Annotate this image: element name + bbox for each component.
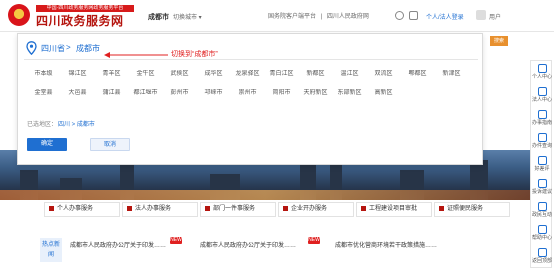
district-option[interactable]: 锦江区 <box>61 70 94 79</box>
avatar[interactable] <box>476 10 486 20</box>
search-icon <box>537 133 547 142</box>
sidebar-item-query[interactable]: 办件查询 <box>531 130 553 155</box>
sidebar-item-rating[interactable]: 好差评 <box>531 153 553 178</box>
sidebar-item-personal[interactable]: 个人中心 <box>531 61 553 86</box>
district-option[interactable]: 郫都区 <box>401 70 434 79</box>
service-icon[interactable] <box>395 11 404 20</box>
location-path: 四川省 > 成都市 切换到“成都市” <box>18 39 482 60</box>
district-option[interactable]: 龙泉驿区 <box>231 70 264 79</box>
sidebar-item-legal[interactable]: 法人中心 <box>531 84 553 109</box>
book-icon <box>537 110 547 119</box>
location-pin-icon <box>26 41 37 55</box>
login-link[interactable]: 个人/法人登录 <box>426 12 464 21</box>
username[interactable]: 用户 <box>489 12 501 21</box>
selected-value: 四川 > 成都市 <box>58 122 95 128</box>
annotation-arrow-icon <box>104 52 168 58</box>
site-title[interactable]: 四川政务服务网 <box>36 12 124 29</box>
right-sidebar: 个人中心 法人中心 办事指南 办件查询 好差评 投诉建议 政民互动 帮助中心 返… <box>530 60 552 268</box>
district-option[interactable]: 崇州市 <box>231 89 264 98</box>
district-grid: 市本级 锦江区 青羊区 金牛区 武侯区 成华区 龙泉驿区 青白江区 新都区 温江区 双流区 郫都区 新津… <box>27 70 477 98</box>
service-square-icon <box>283 206 288 211</box>
district-option[interactable]: 东部新区 <box>333 89 366 98</box>
district-option[interactable]: 天府新区 <box>299 89 332 98</box>
path-province[interactable]: 四川省 <box>41 43 65 54</box>
district-option[interactable]: 金牛区 <box>129 70 162 79</box>
message-icon <box>537 179 547 188</box>
path-separator: > <box>66 43 71 52</box>
help-icon <box>537 225 547 234</box>
city-select-panel: 四川省 > 成都市 切换到“成都市” 市本级 锦江区 青羊区 金牛区 武侯区 成华区 龙泉驿… <box>17 33 483 165</box>
divider <box>24 59 478 60</box>
switch-city-label: 切换城市 <box>173 15 198 21</box>
district-option[interactable]: 双流区 <box>367 70 400 79</box>
district-option[interactable]: 青白江区 <box>265 70 298 79</box>
news-item[interactable]: 成都市优化营商环境若干政策措施…… <box>335 240 525 249</box>
annotation-text: 切换到“成都市” <box>171 51 218 58</box>
district-option[interactable]: 蒲江县 <box>95 89 128 98</box>
user-icon <box>537 64 547 73</box>
national-emblem-icon <box>8 4 30 26</box>
district-option[interactable]: 成华区 <box>197 70 230 79</box>
cancel-button[interactable]: 取消 <box>90 138 130 151</box>
top-link-state-council[interactable]: 国务院客户端平台 <box>268 14 316 20</box>
top-links: 国务院客户端平台 | 四川人民政府网 <box>268 14 369 20</box>
confirm-button[interactable]: 确定 <box>27 138 67 151</box>
district-option[interactable]: 彭州市 <box>163 89 196 98</box>
current-city: 成都市 <box>148 14 169 21</box>
sidebar-item-guide[interactable]: 办事指南 <box>531 107 553 132</box>
news-item[interactable]: 成都市人民政府办公厅关于印发…… <box>70 240 180 249</box>
service-tabs: 个人办事服务 法人办事服务 部门一件事服务 企业开办服务 工程建设项目审批 证照… <box>44 202 510 217</box>
site-header: 中国·四川政务服务网政务服务平台 四川政务服务网 成都市 切换城市 ▾ 国务院客… <box>0 0 554 32</box>
news-row: 热点新闻 成都市人民政府办公厅关于印发…… NEW 成都市人民政府办公厅关于印发… <box>0 230 530 268</box>
path-city[interactable]: 成都市 <box>76 43 100 54</box>
switch-city-link[interactable]: 切换城市 ▾ <box>173 12 202 21</box>
service-tab-legal[interactable]: 法人办事服务 <box>122 202 198 217</box>
chat-icon <box>537 202 547 211</box>
district-option[interactable]: 新都区 <box>299 70 332 79</box>
sidebar-item-interaction[interactable]: 政民互动 <box>531 199 553 224</box>
site-tagline: 中国·四川政务服务网政务服务平台 <box>36 5 134 12</box>
district-option[interactable]: 金堂县 <box>27 89 60 98</box>
district-option[interactable]: 都江堰市 <box>129 89 162 98</box>
district-option[interactable]: 青羊区 <box>95 70 128 79</box>
building-icon <box>537 87 547 96</box>
mobile-icon[interactable] <box>409 11 418 20</box>
service-square-icon <box>205 206 210 211</box>
arrow-up-icon <box>537 248 547 257</box>
district-option[interactable]: 新津区 <box>435 70 468 79</box>
district-option[interactable]: 简阳市 <box>265 89 298 98</box>
news-item[interactable]: 成都市人民政府办公厅关于印发…… <box>200 240 310 249</box>
district-option[interactable]: 市本级 <box>27 70 60 79</box>
news-new-badge: NEW <box>170 237 182 244</box>
thumb-icon <box>537 156 547 165</box>
service-tab-one-thing[interactable]: 部门一件事服务 <box>200 202 276 217</box>
selected-label: 已选地区： <box>27 122 58 128</box>
sidebar-item-complaint[interactable]: 投诉建议 <box>531 176 553 201</box>
district-option[interactable]: 武侯区 <box>163 70 196 79</box>
search-button[interactable]: 搜索 <box>490 36 508 46</box>
district-option[interactable]: 温江区 <box>333 70 366 79</box>
sidebar-item-help[interactable]: 帮助中心 <box>531 222 553 247</box>
service-tab-enterprise[interactable]: 企业开办服务 <box>278 202 354 217</box>
service-tab-personal[interactable]: 个人办事服务 <box>44 202 120 217</box>
service-square-icon <box>439 206 444 211</box>
news-new-badge: NEW <box>308 237 320 244</box>
service-square-icon <box>127 206 132 211</box>
district-option[interactable]: 邛崃市 <box>197 89 230 98</box>
service-square-icon <box>49 206 54 211</box>
service-square-icon <box>361 206 366 211</box>
news-badge: 热点新闻 <box>40 238 62 262</box>
service-tab-construction[interactable]: 工程建设项目审批 <box>356 202 432 217</box>
district-option[interactable]: 高新区 <box>367 89 400 98</box>
top-link-sichuan-gov[interactable]: 四川人民政府网 <box>327 14 369 20</box>
service-tab-license[interactable]: 证照便民服务 <box>434 202 510 217</box>
sidebar-item-top[interactable]: 返回顶部 <box>531 245 553 268</box>
district-option[interactable]: 大邑县 <box>61 89 94 98</box>
